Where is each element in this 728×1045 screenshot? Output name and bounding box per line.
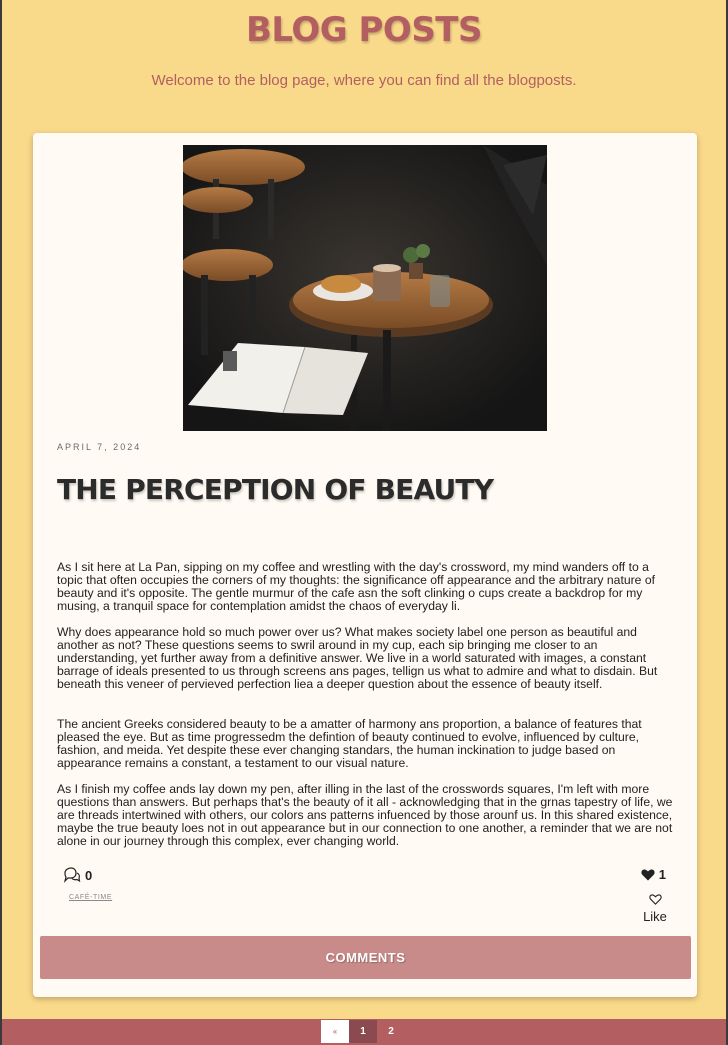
post-paragraph: As I sit here at La Pan, sipping on my c… xyxy=(57,560,656,613)
post-paragraph: As I finish my coffee ands lay down my p… xyxy=(57,782,673,848)
comment-count[interactable]: 0 xyxy=(63,867,92,883)
post-title: THE PERCEPTION OF BEAUTY xyxy=(57,473,494,506)
like-count: 1 xyxy=(641,867,666,882)
pagination: « 1 2 xyxy=(321,1020,405,1043)
page-subtitle: Welcome to the blog page, where you can … xyxy=(151,72,577,89)
pagination-page-1[interactable]: 1 xyxy=(349,1020,377,1043)
comments-button[interactable]: COMMENTS xyxy=(40,936,691,979)
comment-count-value: 0 xyxy=(85,867,93,883)
heart-filled-icon xyxy=(641,868,655,880)
comments-icon xyxy=(63,867,81,883)
like-button[interactable]: Like xyxy=(641,894,669,924)
page-title: BLOG POSTS xyxy=(245,10,483,50)
post-body: As I sit here at La Pan, sipping on my c… xyxy=(57,561,673,861)
like-count-value: 1 xyxy=(658,867,666,882)
blog-post-card: APRIL 7, 2024 THE PERCEPTION OF BEAUTY A… xyxy=(33,133,697,997)
post-tag[interactable]: CAFÉ-TIME xyxy=(69,894,112,901)
pagination-page-2[interactable]: 2 xyxy=(377,1020,405,1043)
post-image xyxy=(181,145,547,431)
post-paragraph: The ancient Greeks considered beauty to … xyxy=(57,717,642,770)
heart-outline-icon xyxy=(648,894,662,905)
post-date: APRIL 7, 2024 xyxy=(57,442,142,452)
pagination-prev[interactable]: « xyxy=(321,1020,349,1043)
like-button-label: Like xyxy=(643,909,667,924)
post-paragraph: Why does appearance hold so much power o… xyxy=(57,625,658,691)
